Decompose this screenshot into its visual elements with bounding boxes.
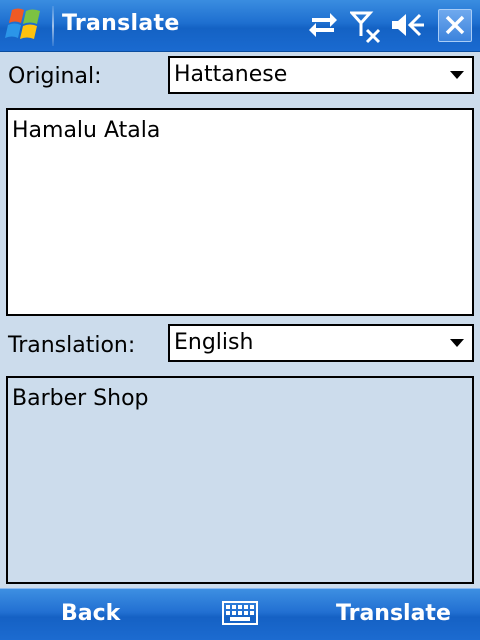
keyboard-button[interactable] bbox=[222, 599, 258, 627]
close-button[interactable] bbox=[438, 9, 472, 42]
original-label: Original: bbox=[8, 64, 102, 89]
translation-language-select[interactable]: English bbox=[168, 324, 474, 362]
chevron-down-icon bbox=[450, 339, 464, 347]
back-button[interactable]: Back bbox=[61, 601, 120, 626]
sync-arrows-icon[interactable] bbox=[306, 10, 340, 40]
start-button[interactable] bbox=[0, 0, 52, 51]
translation-output: Barber Shop bbox=[6, 376, 474, 584]
chevron-down-icon bbox=[450, 71, 464, 79]
softkey-bar: Back Translate bbox=[0, 588, 480, 640]
close-icon bbox=[445, 15, 465, 35]
translate-form: Original: Hattanese Hamalu Atala Transla… bbox=[0, 52, 480, 588]
translation-language-value: English bbox=[174, 330, 254, 355]
windows-start-icon bbox=[5, 8, 40, 39]
original-language-select[interactable]: Hattanese bbox=[168, 56, 474, 94]
keyboard-icon bbox=[222, 601, 258, 625]
title-separator bbox=[52, 6, 54, 46]
title-bar: Translate bbox=[0, 0, 480, 52]
app-title: Translate bbox=[62, 11, 180, 36]
original-language-value: Hattanese bbox=[174, 62, 288, 87]
original-text-input[interactable]: Hamalu Atala bbox=[6, 108, 474, 316]
translate-button[interactable]: Translate bbox=[336, 601, 451, 626]
translation-label: Translation: bbox=[8, 333, 136, 358]
no-signal-icon[interactable] bbox=[350, 10, 384, 44]
speaker-icon[interactable] bbox=[390, 10, 426, 40]
